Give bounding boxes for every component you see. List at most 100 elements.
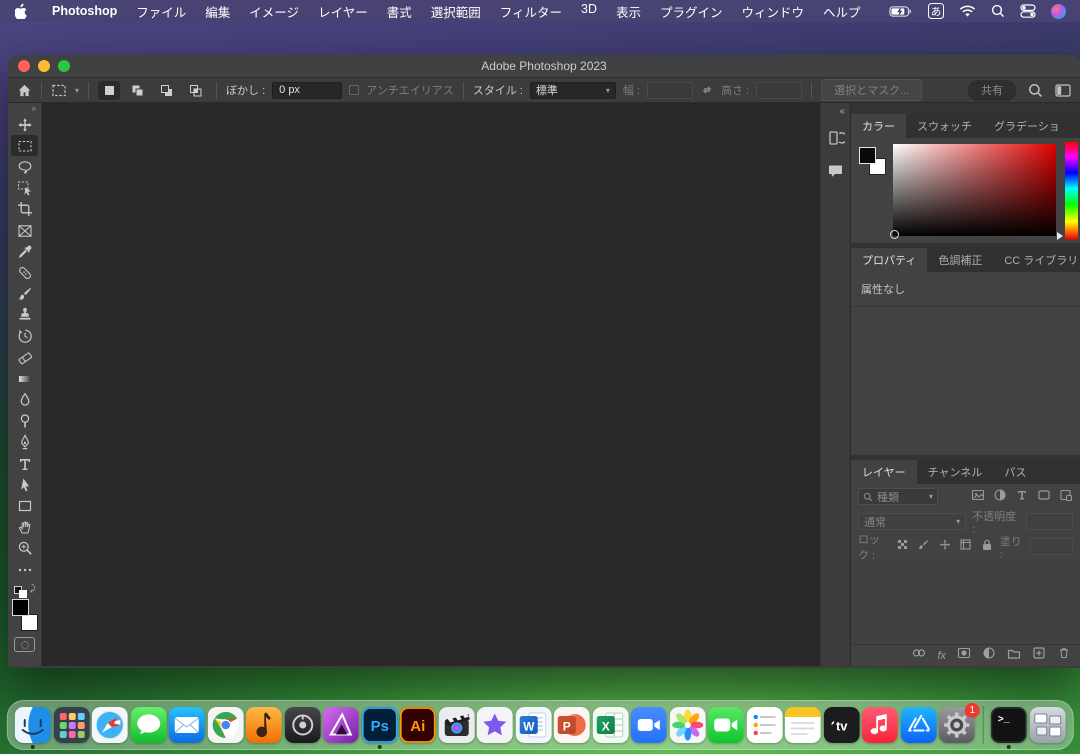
width-input[interactable] bbox=[647, 82, 693, 99]
minimize-button[interactable] bbox=[38, 60, 50, 72]
menu-item-ウィンドウ[interactable]: ウィンドウ bbox=[742, 2, 805, 21]
search-icon[interactable] bbox=[1028, 83, 1043, 98]
menu-item-ヘルプ[interactable]: ヘルプ bbox=[823, 2, 861, 21]
toolbar-collapse-icon[interactable]: » bbox=[32, 104, 36, 114]
move-tool[interactable] bbox=[11, 114, 38, 135]
dock-app-final-cut-pro[interactable] bbox=[438, 707, 474, 743]
history-icon[interactable] bbox=[827, 129, 845, 152]
zoom-tool[interactable] bbox=[11, 538, 38, 559]
type-layer-filter-icon[interactable] bbox=[1015, 488, 1029, 505]
marquee-tool-preset-icon[interactable] bbox=[51, 83, 68, 98]
opacity-input[interactable] bbox=[1026, 513, 1073, 530]
dock-app-safari[interactable] bbox=[92, 707, 128, 743]
menu-item-イメージ[interactable]: イメージ bbox=[249, 2, 299, 21]
menu-item-編集[interactable]: 編集 bbox=[205, 2, 230, 21]
dock-app-microsoft-powerpoint[interactable]: P bbox=[554, 707, 590, 743]
dock-app-logic-pro[interactable] bbox=[284, 707, 320, 743]
subtract-from-selection-mode-button[interactable] bbox=[156, 81, 178, 100]
lock-all-icon[interactable] bbox=[980, 538, 994, 555]
color-field-cursor[interactable] bbox=[890, 230, 899, 239]
menu-item-フィルター[interactable]: フィルター bbox=[500, 2, 562, 21]
rectangle-tool[interactable] bbox=[11, 495, 38, 516]
crop-tool[interactable] bbox=[11, 199, 38, 220]
battery-charging-icon[interactable] bbox=[889, 5, 913, 18]
antialias-checkbox[interactable] bbox=[349, 85, 359, 95]
menu-item-3D[interactable]: 3D bbox=[581, 2, 597, 21]
delete-layer-icon[interactable] bbox=[1057, 646, 1071, 665]
dock-app-microsoft-excel[interactable]: X bbox=[592, 707, 628, 743]
comments-icon[interactable] bbox=[827, 163, 844, 184]
path-selection-tool[interactable] bbox=[11, 474, 38, 495]
feather-input[interactable]: 0 px bbox=[272, 82, 342, 99]
blur-tool[interactable] bbox=[11, 389, 38, 410]
eyedropper-tool[interactable] bbox=[11, 241, 38, 262]
dock-app-microsoft-word[interactable]: W bbox=[515, 707, 551, 743]
style-dropdown[interactable]: 標準 ▾ bbox=[530, 82, 616, 99]
gradient-tool[interactable] bbox=[11, 368, 38, 389]
layer-mask-icon[interactable] bbox=[957, 646, 971, 665]
dock-app-affinity-photo[interactable] bbox=[323, 707, 359, 743]
lock-paint-icon[interactable] bbox=[917, 538, 931, 555]
smart-object-filter-icon[interactable] bbox=[1059, 488, 1073, 505]
dock-app-notes[interactable] bbox=[785, 707, 821, 743]
swap-dimensions-icon[interactable] bbox=[700, 83, 714, 97]
frame-tool[interactable] bbox=[11, 220, 38, 241]
dock-app-mission-control[interactable] bbox=[1029, 707, 1065, 743]
blend-mode-dropdown[interactable]: 通常 ▾ bbox=[858, 513, 966, 530]
foreground-color-swatch[interactable] bbox=[12, 599, 29, 616]
siri-icon[interactable] bbox=[1051, 4, 1066, 19]
dock-app-garageband[interactable] bbox=[246, 707, 282, 743]
menu-item-レイヤー[interactable]: レイヤー bbox=[318, 2, 368, 21]
tab-チャンネル[interactable]: チャンネル bbox=[917, 460, 994, 484]
default-colors-icon[interactable]: ⤸ bbox=[14, 583, 36, 597]
pixel-layer-filter-icon[interactable] bbox=[971, 488, 985, 505]
lock-transparency-icon[interactable] bbox=[896, 538, 910, 555]
menu-item-表示[interactable]: 表示 bbox=[616, 2, 641, 21]
zoom-window-button[interactable] bbox=[58, 60, 70, 72]
dock-app-app-store[interactable] bbox=[900, 707, 936, 743]
layers-list[interactable] bbox=[851, 559, 1080, 644]
tab-色調補正[interactable]: 色調補正 bbox=[927, 248, 993, 272]
hand-tool[interactable] bbox=[11, 517, 38, 538]
new-layer-icon[interactable] bbox=[1032, 646, 1046, 665]
saturation-brightness-field[interactable] bbox=[893, 144, 1056, 236]
history-brush-tool[interactable] bbox=[11, 326, 38, 347]
expand-panels-icon[interactable]: « bbox=[839, 106, 845, 118]
dock-app-adobe-photoshop[interactable]: Ps bbox=[361, 707, 397, 743]
layer-style-icon[interactable]: fx bbox=[937, 650, 946, 662]
window-titlebar[interactable]: Adobe Photoshop 2023 bbox=[8, 55, 1080, 78]
spot-healing-tool[interactable] bbox=[11, 262, 38, 283]
eraser-tool[interactable] bbox=[11, 347, 38, 368]
share-button[interactable]: 共有 bbox=[968, 80, 1016, 101]
menu-item-選択範囲[interactable]: 選択範囲 bbox=[431, 2, 481, 21]
input-source-badge[interactable]: あ bbox=[928, 3, 944, 19]
dock-app-mail[interactable] bbox=[169, 707, 205, 743]
close-button[interactable] bbox=[18, 60, 30, 72]
tab-グラデーショ[interactable]: グラデーショ bbox=[983, 114, 1071, 138]
add-to-selection-mode-button[interactable] bbox=[127, 81, 149, 100]
home-icon[interactable] bbox=[17, 83, 32, 98]
layer-filter-search[interactable]: 種類 ▾ bbox=[858, 488, 938, 505]
clone-stamp-tool[interactable] bbox=[11, 305, 38, 326]
select-and-mask-button[interactable]: 選択とマスク... bbox=[821, 79, 922, 101]
tab-パターン[interactable]: パターン bbox=[1071, 114, 1080, 138]
new-selection-mode-button[interactable] bbox=[98, 81, 120, 100]
tab-カラー[interactable]: カラー bbox=[851, 114, 906, 138]
rectangular-marquee-tool[interactable] bbox=[11, 135, 38, 156]
swap-colors-icon[interactable]: ⤸ bbox=[30, 583, 35, 594]
tool-preset-chevron-icon[interactable]: ▾ bbox=[75, 86, 79, 95]
dock-app-music[interactable] bbox=[862, 707, 898, 743]
dock-app-messages[interactable] bbox=[130, 707, 166, 743]
pen-tool[interactable] bbox=[11, 432, 38, 453]
lock-artboard-icon[interactable] bbox=[959, 538, 973, 555]
dock-app-reminders[interactable] bbox=[746, 707, 782, 743]
apple-menu-icon[interactable] bbox=[14, 4, 29, 19]
spotlight-search-icon[interactable] bbox=[991, 4, 1005, 18]
brush-tool[interactable] bbox=[11, 284, 38, 305]
object-selection-tool[interactable] bbox=[11, 178, 38, 199]
menu-item-photoshop[interactable]: Photoshop bbox=[52, 4, 117, 18]
dock-app-terminal[interactable]: >_ bbox=[991, 707, 1027, 743]
adjustment-layer-icon[interactable] bbox=[982, 646, 996, 665]
dock-app-facetime[interactable] bbox=[708, 707, 744, 743]
background-color-swatch[interactable] bbox=[21, 614, 38, 631]
